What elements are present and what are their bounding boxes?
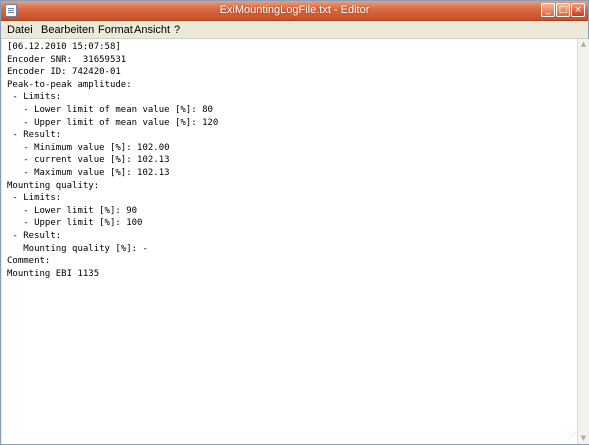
text-line: Mounting EBI 1135	[7, 268, 100, 279]
text-line: Comment:	[7, 256, 51, 267]
text-line: - Result:	[7, 130, 62, 141]
text-line: - Upper limit [%]: 100	[7, 218, 143, 229]
text-line: Mounting quality [%]: -	[7, 243, 148, 254]
close-icon: ×	[574, 5, 582, 15]
menu-datei[interactable]: Datei	[7, 24, 33, 36]
text-line: - Limits:	[7, 92, 62, 103]
text-line: [06.12.2010 15:07:58]	[7, 42, 121, 52]
text-line: - Limits:	[7, 193, 62, 204]
minimize-button[interactable]: _	[541, 3, 555, 17]
maximize-button[interactable]: □	[556, 3, 570, 17]
text-line: Peak-to-peak amplitude:	[7, 79, 132, 90]
text-line: - Maximum value [%]: 102.13	[7, 167, 170, 178]
close-button[interactable]: ×	[571, 3, 585, 17]
scroll-down-icon[interactable]: ▼	[578, 433, 589, 444]
menu-help[interactable]: ?	[174, 24, 180, 36]
text-line: Mounting quality:	[7, 180, 100, 191]
text-line: - Lower limit of mean value [%]: 80	[7, 104, 213, 115]
title-bar[interactable]: ExiMountingLogFile.txt - Editor _ □ ×	[1, 1, 588, 21]
menu-bar: Datei Bearbeiten Format Ansicht ?	[1, 21, 588, 39]
window-title: ExiMountingLogFile.txt - Editor	[219, 4, 370, 16]
resize-grip-icon[interactable]: ⋰	[564, 431, 576, 443]
text-line: - current value [%]: 102.13	[7, 155, 170, 166]
text-line: - Result:	[7, 230, 62, 241]
text-line: - Upper limit of mean value [%]: 120	[7, 117, 219, 128]
file-content: [06.12.2010 15:07:58] Encoder SNR: 31659…	[7, 41, 218, 280]
menu-ansicht[interactable]: Ansicht	[134, 24, 170, 36]
text-line: Encoder SNR: 31659531	[7, 54, 127, 65]
text-editor-area[interactable]: [06.12.2010 15:07:58] Encoder SNR: 31659…	[2, 39, 577, 444]
menu-bearbeiten[interactable]: Bearbeiten	[41, 24, 94, 36]
vertical-scrollbar[interactable]: ▲ ▼	[577, 39, 589, 444]
text-line: - Lower limit [%]: 90	[7, 205, 138, 216]
maximize-icon: □	[558, 5, 568, 15]
minimize-icon: _	[545, 5, 551, 15]
text-line: - Minimum value [%]: 102.00	[7, 142, 170, 153]
text-line: Encoder ID: 742420-01	[7, 67, 121, 78]
menu-format[interactable]: Format	[98, 24, 133, 36]
editor-window: ExiMountingLogFile.txt - Editor _ □ × Da…	[0, 0, 589, 445]
scroll-up-icon[interactable]: ▲	[578, 39, 589, 50]
